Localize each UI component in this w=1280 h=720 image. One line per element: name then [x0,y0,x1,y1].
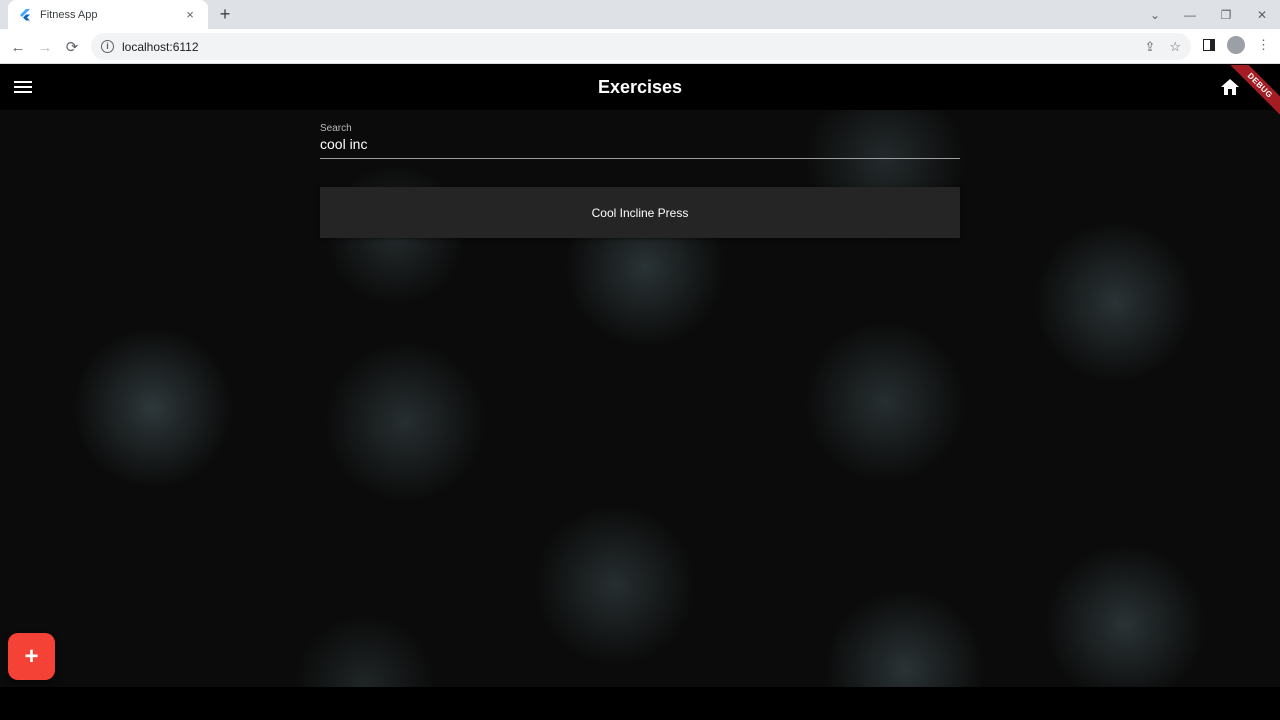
browser-tabstrip: Fitness App × + ⌄ — ❐ ✕ [0,0,1280,29]
close-window-button[interactable]: ✕ [1244,0,1280,29]
tab-close-icon[interactable]: × [182,7,198,22]
app-bar: Exercises [0,65,1280,110]
add-exercise-button[interactable]: + [8,633,55,680]
bottom-bar [0,687,1280,720]
search-field[interactable]: Search [320,123,960,159]
page-title: Exercises [597,77,683,97]
forward-button[interactable]: → [34,36,56,58]
browser-menu-icon[interactable]: ⋮ [1257,37,1270,53]
window-controls: ⌄ — ❐ ✕ [1138,0,1280,29]
tab-search-icon[interactable]: ⌄ [1138,0,1172,29]
browser-toolbar: ← → ⟳ i localhost:6112 ⇪ ☆ ⋮ [0,29,1280,64]
minimize-button[interactable]: — [1172,0,1208,29]
search-label: Search [320,123,352,134]
url-text[interactable]: localhost:6112 [122,40,1144,54]
restore-button[interactable]: ❐ [1208,0,1244,29]
search-input[interactable] [320,134,960,154]
new-tab-button[interactable]: + [215,4,235,24]
profile-avatar-icon[interactable] [1227,36,1245,54]
side-panel-icon[interactable] [1203,39,1215,51]
app-body: Exercises DEBUG Search Cool Incline Pres… [0,65,1280,687]
exercise-result-item[interactable]: Cool Incline Press [320,187,960,238]
bookmark-star-icon[interactable]: ☆ [1169,39,1181,55]
home-icon[interactable] [1220,77,1240,97]
flutter-icon [20,8,30,20]
browser-tab[interactable]: Fitness App × [8,0,208,29]
reload-button[interactable]: ⟳ [61,36,83,58]
exercise-result-label: Cool Incline Press [591,205,689,220]
back-button[interactable]: ← [7,36,29,58]
share-icon[interactable]: ⇪ [1144,39,1155,55]
site-info-icon[interactable]: i [101,40,114,53]
address-bar[interactable]: i localhost:6112 ⇪ ☆ [91,33,1191,60]
tab-title: Fitness App [40,8,98,21]
